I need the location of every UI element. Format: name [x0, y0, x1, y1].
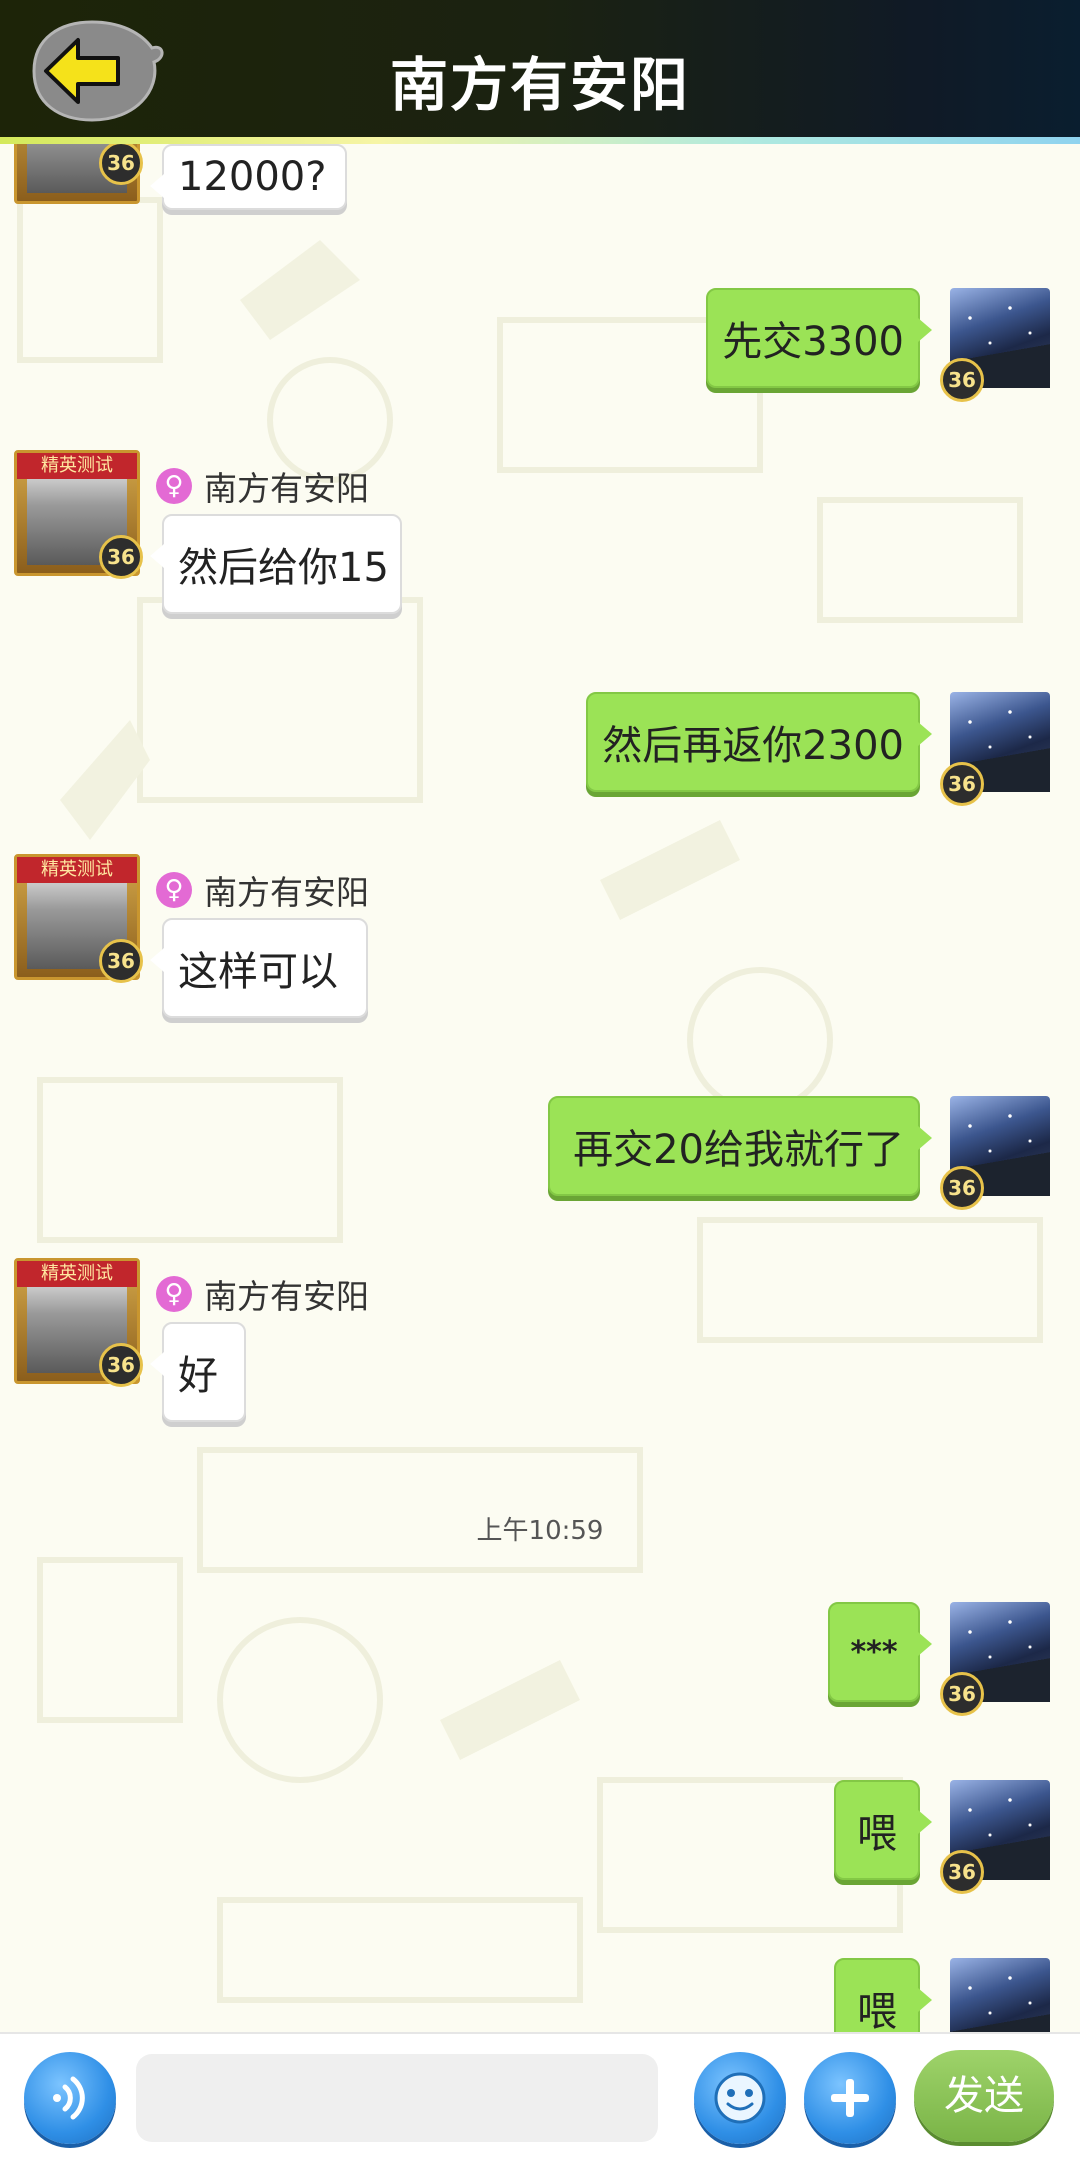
my-avatar[interactable]: 36 — [940, 1780, 1050, 1894]
sender-name-row: ♀ 南方有安阳 — [156, 866, 369, 914]
my-avatar[interactable]: 36 — [940, 288, 1050, 402]
message-input[interactable] — [136, 2054, 658, 2142]
plus-icon — [831, 2079, 869, 2117]
sender-name: 南方有安阳 — [204, 469, 369, 508]
female-icon: ♀ — [156, 1276, 192, 1312]
header-divider — [0, 137, 1080, 144]
message-bubble[interactable]: 然后再返你2300 — [586, 692, 932, 792]
my-avatar[interactable]: 36 — [940, 1096, 1050, 1210]
message-bubble[interactable]: 好 — [150, 1322, 246, 1422]
level-badge: 36 — [940, 762, 984, 806]
voice-icon — [53, 2076, 85, 2120]
message-bubble[interactable]: 12000? — [150, 144, 347, 210]
female-icon: ♀ — [156, 468, 192, 504]
contact-avatar[interactable]: 精英测试 36 — [14, 854, 143, 983]
plus-button[interactable] — [804, 2052, 896, 2144]
level-badge: 36 — [940, 1166, 984, 1210]
level-badge: 36 — [99, 535, 143, 579]
chat-input-bar: 发送 — [0, 2032, 1080, 2162]
avatar-ribbon: 精英测试 — [17, 1261, 137, 1287]
emoji-icon — [714, 2072, 766, 2124]
message-bubble[interactable]: 再交20给我就行了 — [548, 1096, 932, 1196]
level-badge: 36 — [99, 141, 143, 185]
send-button[interactable]: 发送 — [914, 2050, 1054, 2142]
sender-name: 南方有安阳 — [204, 1277, 369, 1316]
level-badge: 36 — [940, 358, 984, 402]
contact-avatar[interactable]: 精英测试 36 — [14, 1258, 143, 1387]
avatar-ribbon: 精英测试 — [17, 453, 137, 479]
message-bubble[interactable]: 然后给你15 — [150, 514, 402, 614]
my-avatar[interactable]: 36 — [940, 692, 1050, 806]
level-badge: 36 — [99, 1343, 143, 1387]
avatar-ribbon: 精英测试 — [17, 857, 137, 883]
my-avatar[interactable]: 36 — [940, 1602, 1050, 1716]
voice-button[interactable] — [24, 2052, 116, 2144]
message-bubble[interactable]: *** — [828, 1602, 932, 1702]
title-bar: 南方有安阳 — [0, 0, 1080, 140]
message-bubble[interactable]: 先交3300 — [706, 288, 932, 388]
level-badge: 36 — [940, 1850, 984, 1894]
message-bubble[interactable]: 这样可以 — [150, 918, 368, 1018]
message-timestamp: 上午10:59 — [476, 1516, 604, 1546]
sender-name-row: ♀ 南方有安阳 — [156, 1270, 369, 1318]
level-badge: 36 — [940, 1672, 984, 1716]
sender-name-row: ♀ 南方有安阳 — [156, 462, 369, 510]
message-bubble[interactable]: 喂 — [834, 1780, 932, 1880]
female-icon: ♀ — [156, 872, 192, 908]
contact-avatar[interactable]: 精英测试 36 — [14, 450, 143, 579]
level-badge: 36 — [99, 939, 143, 983]
page-title: 南方有安阳 — [389, 51, 690, 119]
sender-name: 南方有安阳 — [204, 873, 369, 912]
emoji-button[interactable] — [694, 2052, 786, 2144]
